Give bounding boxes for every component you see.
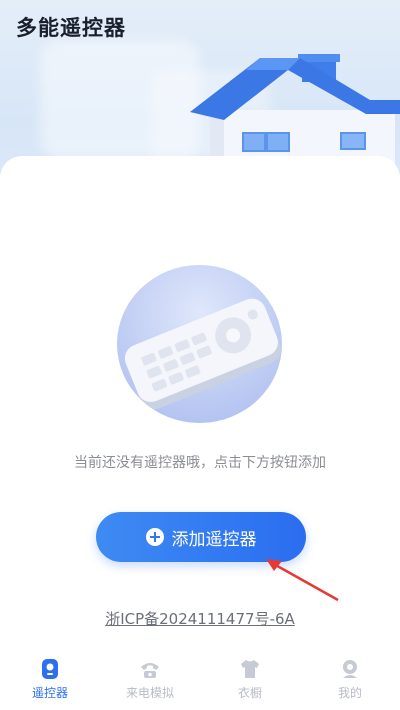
remote-control-icon — [124, 298, 281, 410]
tab-profile[interactable]: 我的 — [300, 650, 400, 710]
remote-illustration — [117, 265, 282, 423]
tab-wardrobe[interactable]: 衣橱 — [200, 650, 300, 710]
tab-call-simulation[interactable]: 来电模拟 — [100, 650, 200, 710]
tab-label: 衣橱 — [237, 686, 262, 700]
add-remote-button-label: 添加遥控器 — [171, 529, 257, 549]
profile-icon — [343, 660, 357, 678]
empty-hint-text: 当前还没有遥控器哦，点击下方按钮添加 — [74, 455, 326, 471]
remote-icon — [42, 659, 58, 679]
icp-link[interactable]: 浙ICP备2024111477号-6A — [0, 608, 400, 629]
bottom-tab-bar: 遥控器 来电模拟 衣橱 我的 — [0, 650, 400, 710]
shirt-icon — [241, 660, 259, 678]
red-arrow-annotation — [266, 559, 339, 602]
phone-icon — [141, 663, 159, 678]
plus-icon — [145, 528, 164, 546]
tab-remote[interactable]: 遥控器 — [0, 650, 100, 710]
tab-label: 我的 — [337, 686, 362, 700]
tab-label: 遥控器 — [31, 686, 68, 700]
house-illustration — [190, 54, 400, 170]
tab-label: 来电模拟 — [125, 686, 174, 700]
app-title: 多能遥控器 — [16, 16, 126, 40]
